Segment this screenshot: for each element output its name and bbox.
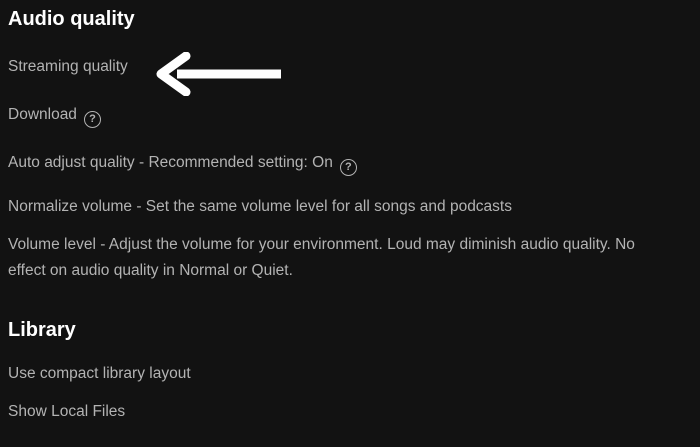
show-local-files-setting[interactable]: Show Local Files	[8, 399, 125, 425]
help-icon[interactable]: ?	[339, 159, 357, 176]
compact-library-label: Use compact library layout	[8, 365, 191, 382]
audio-quality-heading: Audio quality	[8, 8, 135, 30]
volume-level-label: Volume level - Adjust the volume for you…	[8, 236, 635, 279]
auto-adjust-setting[interactable]: Auto adjust quality - Recommended settin…	[8, 150, 357, 176]
help-icon[interactable]: ?	[83, 111, 101, 128]
volume-level-setting[interactable]: Volume level - Adjust the volume for you…	[8, 232, 668, 284]
library-heading: Library	[8, 319, 76, 341]
streaming-quality-label: Streaming quality	[8, 58, 128, 75]
auto-adjust-label: Auto adjust quality - Recommended settin…	[8, 154, 333, 171]
download-setting[interactable]: Download?	[8, 102, 101, 128]
normalize-volume-setting[interactable]: Normalize volume - Set the same volume l…	[8, 194, 512, 220]
download-label: Download	[8, 106, 77, 123]
normalize-volume-label: Normalize volume - Set the same volume l…	[8, 198, 512, 215]
compact-library-setting[interactable]: Use compact library layout	[8, 361, 191, 387]
streaming-quality-setting[interactable]: Streaming quality	[8, 54, 128, 80]
arrow-left-icon	[156, 52, 281, 96]
show-local-files-label: Show Local Files	[8, 403, 126, 420]
